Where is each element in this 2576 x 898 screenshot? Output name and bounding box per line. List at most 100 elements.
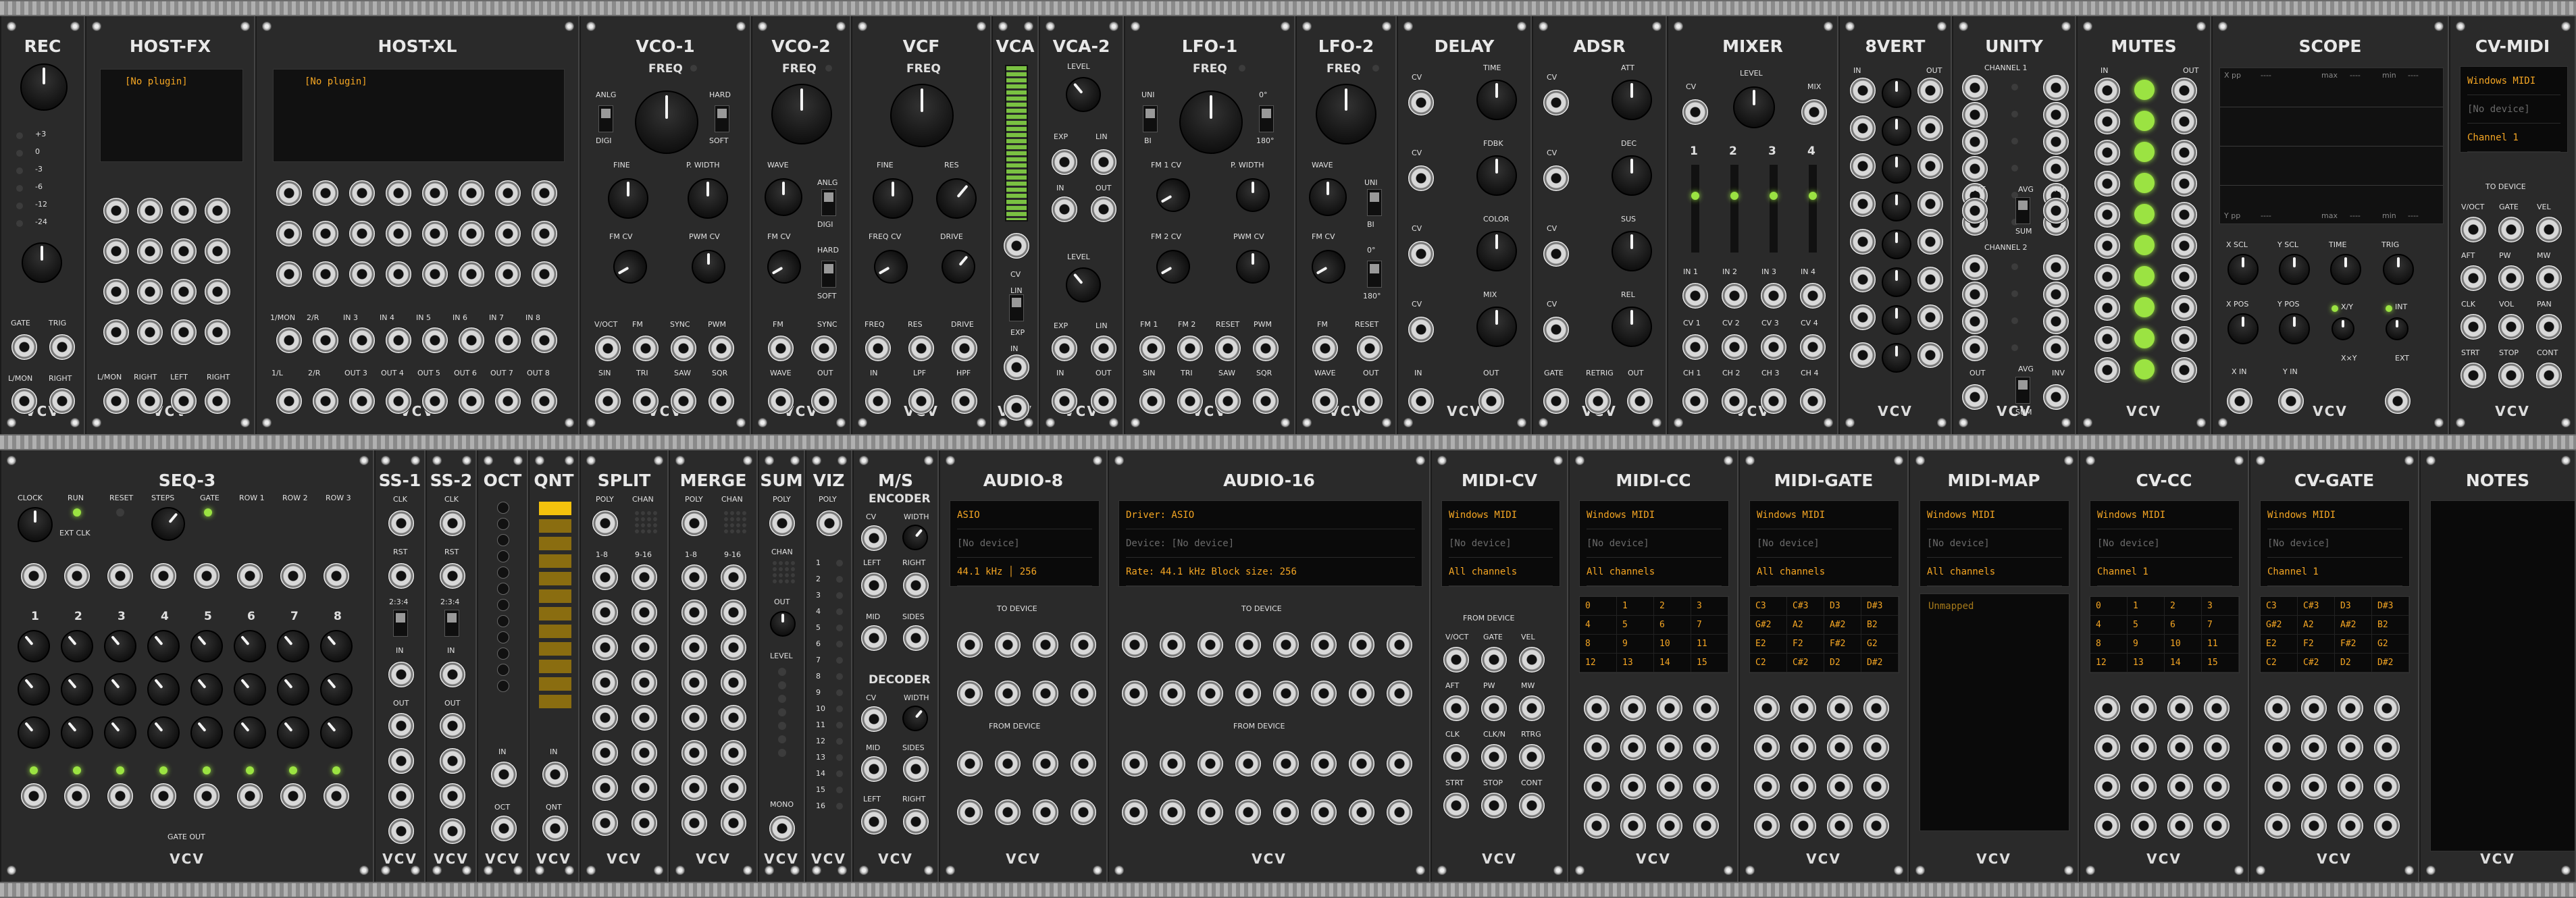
grid-cell[interactable]: 15 (2202, 654, 2239, 672)
jack[interactable] (11, 334, 38, 361)
step-knob[interactable] (313, 666, 359, 712)
jack[interactable] (1443, 792, 1470, 819)
jack[interactable] (1753, 695, 1780, 722)
jack[interactable] (312, 261, 339, 288)
jack[interactable] (1849, 266, 1876, 293)
grid-cell[interactable]: E2 (2261, 635, 2298, 654)
jack[interactable] (1961, 74, 1988, 101)
jack[interactable] (103, 197, 130, 224)
jack[interactable] (2167, 773, 2194, 800)
jack[interactable] (385, 327, 412, 354)
jack[interactable] (136, 319, 163, 346)
jack[interactable] (1961, 308, 1988, 335)
jack[interactable] (860, 572, 887, 599)
jack[interactable] (1177, 335, 1204, 362)
step-knob[interactable] (140, 666, 186, 712)
jack[interactable] (720, 704, 747, 731)
grid-cell[interactable]: 2 (2165, 597, 2202, 616)
jack[interactable] (1849, 77, 1876, 104)
jack[interactable] (594, 335, 621, 362)
jack[interactable] (1543, 165, 1570, 192)
jack[interactable] (385, 180, 412, 207)
jack[interactable] (2460, 313, 2487, 340)
jack[interactable] (49, 334, 76, 361)
jack[interactable] (1235, 799, 1262, 826)
jack[interactable] (2167, 734, 2194, 761)
jack[interactable] (769, 510, 796, 537)
jack[interactable] (1159, 799, 1186, 826)
jack[interactable] (1790, 734, 1817, 761)
jack[interactable] (720, 564, 747, 591)
jack[interactable] (388, 783, 415, 810)
jack[interactable] (2300, 812, 2327, 839)
jack[interactable] (20, 783, 47, 810)
jack[interactable] (1070, 799, 1097, 826)
jack[interactable] (439, 562, 466, 589)
jack[interactable] (349, 388, 376, 415)
jack[interactable] (2203, 734, 2230, 761)
jack[interactable] (1961, 254, 1988, 281)
jack[interactable] (2042, 197, 2069, 224)
quantizer-note-button[interactable] (539, 677, 571, 691)
jack[interactable] (1003, 354, 1030, 381)
jack[interactable] (632, 335, 659, 362)
jack[interactable] (1583, 695, 1610, 722)
cvgate-display[interactable]: Windows MIDI [No device] Channel 1 (2260, 500, 2410, 587)
attenuverter-knob[interactable] (1882, 305, 1911, 335)
pwmcv-knob[interactable] (692, 250, 725, 284)
jack[interactable] (531, 388, 558, 415)
jack[interactable] (458, 261, 485, 288)
jack[interactable] (810, 388, 838, 415)
jack[interactable] (388, 661, 415, 688)
jack[interactable] (1656, 773, 1683, 800)
jack[interactable] (1863, 773, 1890, 800)
scope-knob[interactable] (2330, 254, 2361, 285)
jack[interactable] (670, 335, 697, 362)
jack[interactable] (385, 261, 412, 288)
step-knob[interactable] (11, 710, 57, 756)
grid-cell[interactable]: G#2 (2261, 616, 2298, 635)
jack[interactable] (1799, 282, 1826, 309)
jack[interactable] (1003, 232, 1030, 259)
jack[interactable] (458, 180, 485, 207)
jack[interactable] (421, 388, 448, 415)
jack[interactable] (1235, 680, 1262, 707)
attenuverter-knob[interactable] (1882, 230, 1911, 259)
jack[interactable] (1863, 734, 1890, 761)
jack[interactable] (312, 180, 339, 207)
jack[interactable] (1177, 388, 1204, 415)
jack[interactable] (236, 783, 263, 810)
jack[interactable] (2171, 263, 2198, 290)
jack[interactable] (1408, 165, 1435, 192)
jack[interactable] (1543, 240, 1570, 267)
grid-cell[interactable]: A#2 (2335, 616, 2372, 635)
quantizer-note-button[interactable] (539, 519, 571, 533)
step-knob[interactable] (97, 623, 143, 669)
jack[interactable] (280, 783, 307, 810)
grid-cell[interactable]: A2 (2298, 616, 2335, 635)
jack[interactable] (1917, 266, 1944, 293)
jack[interactable] (388, 712, 415, 739)
midigate-display[interactable]: Windows MIDI [No device] All channels (1749, 500, 1899, 587)
grid-cell[interactable]: 2 (1654, 597, 1691, 616)
grid-cell[interactable]: 7 (1691, 616, 1728, 635)
toggle-switch[interactable] (1143, 105, 1158, 132)
jack[interactable] (1348, 680, 1375, 707)
jack[interactable] (631, 669, 658, 696)
grid-cell[interactable]: 10 (2165, 635, 2202, 654)
res-knob[interactable] (927, 169, 985, 228)
jack[interactable] (631, 564, 658, 591)
jack[interactable] (439, 712, 466, 739)
jack[interactable] (2373, 695, 2400, 722)
grid-cell[interactable]: F2 (1787, 635, 1824, 654)
jack[interactable] (1032, 631, 1059, 658)
jack[interactable] (1760, 282, 1787, 309)
cvgate-cell-grid[interactable]: C3 C#3 D3 D#3 G#2 A2 A#2 B2 E2 F2 F#2 G2 C2 C#2 D2 D#2 (2260, 596, 2410, 673)
trigger-source-button[interactable] (2386, 317, 2408, 340)
jack[interactable] (1682, 282, 1709, 309)
record-level-knob[interactable] (20, 63, 68, 111)
jack[interactable] (631, 599, 658, 626)
jack[interactable] (439, 783, 466, 810)
jack[interactable] (150, 783, 177, 810)
jack[interactable] (1801, 99, 1828, 126)
